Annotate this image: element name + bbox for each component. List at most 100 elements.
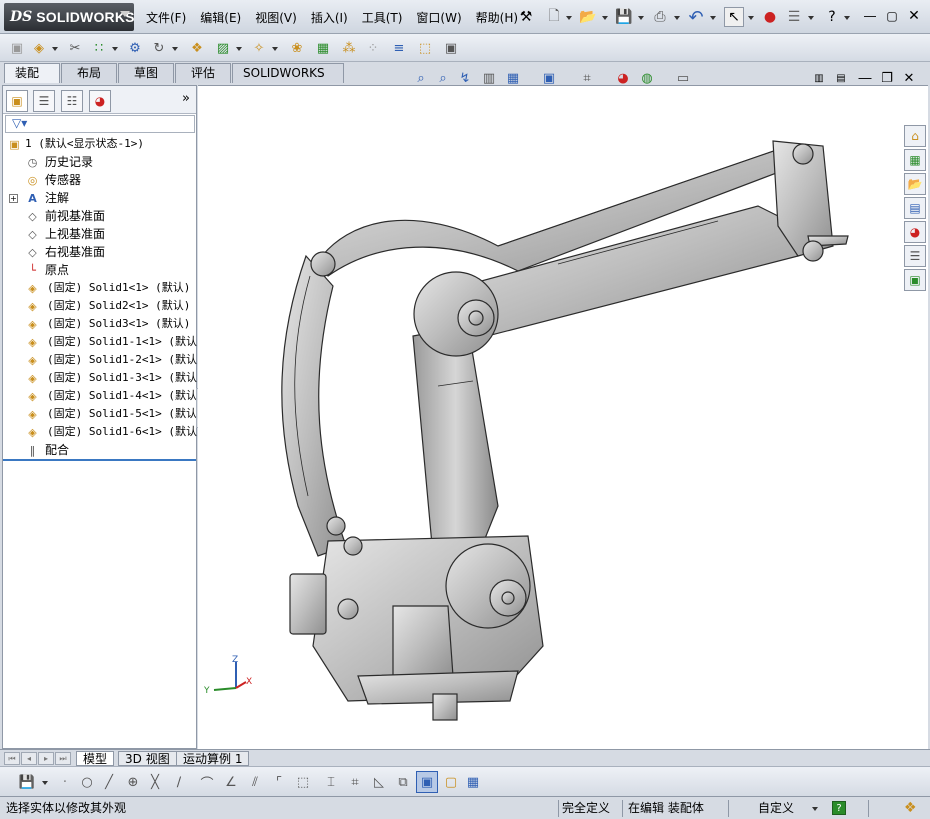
camera-icon[interactable]: ▢ <box>442 773 460 791</box>
tab-solidworks-addins[interactable]: SOLIDWORKS 插件 <box>232 63 344 99</box>
move-dropdown-icon[interactable] <box>172 47 178 51</box>
exploded-view-icon[interactable]: ⁂ <box>340 39 358 57</box>
bill-of-materials-icon[interactable]: ▦ <box>314 39 332 57</box>
select-dropdown-arrow-icon[interactable] <box>748 16 754 20</box>
tree-item-solid1-3[interactable]: ◈ (固定) Solid1-3<1> (默认) <box>3 369 203 387</box>
viewport-split-vertical-icon[interactable]: ▤ <box>832 70 850 88</box>
tab-model[interactable]: 模型 <box>76 751 115 766</box>
table-icon[interactable]: ▦ <box>464 773 482 791</box>
interference-detection-icon[interactable]: ≡ <box>390 39 408 57</box>
view-orientation-icon[interactable]: ▦ <box>504 70 522 88</box>
linear-pattern-icon[interactable]: ∷ <box>90 39 108 57</box>
status-units[interactable]: 自定义 <box>758 800 794 817</box>
minimize-icon[interactable]: ― <box>862 9 878 23</box>
reference-geometry-dropdown-icon[interactable] <box>272 47 278 51</box>
help-status-icon[interactable]: ? <box>832 801 846 815</box>
linear-dimension-icon[interactable]: ⌶ <box>322 773 340 791</box>
tree-item-solid3[interactable]: ◈ (固定) Solid3<1> (默认) <box>3 315 196 333</box>
save-icon[interactable]: 💾 <box>18 773 36 791</box>
tree-item-solid1-5[interactable]: ◈ (固定) Solid1-5<1> (默认) <box>3 405 203 423</box>
corner-icon[interactable]: ⌜ <box>270 773 288 791</box>
expand-tabs-icon[interactable]: » <box>182 91 190 106</box>
tree-item-solid1-4[interactable]: ◈ (固定) Solid1-4<1> (默认) <box>3 387 203 405</box>
save-icon[interactable]: 💾 <box>614 7 634 27</box>
new-motion-study-icon[interactable]: ❀ <box>288 39 306 57</box>
tree-item-front-plane[interactable]: ◇ 前视基准面 <box>3 207 196 225</box>
tree-item-solid1-2[interactable]: ◈ (固定) Solid1-2<1> (默认) <box>3 351 203 369</box>
viewport-split-horizontal-icon[interactable]: ▥ <box>810 70 828 88</box>
hide-show-items-icon[interactable]: ⌗ <box>578 70 596 88</box>
assembly-features-dropdown-icon[interactable] <box>236 47 242 51</box>
viewport-minimize-icon[interactable]: ― <box>856 70 874 88</box>
graphics-area[interactable]: ⌕ ⌕ ↯ ▥ ▦ ▣ ⌗ ◕ ◍ ▭ ▥ ▤ ― ❐ ✕ <box>198 71 928 749</box>
mate-icon[interactable]: ✂ <box>66 39 84 57</box>
tree-item-solid1[interactable]: ◈ (固定) Solid1<1> (默认) <box>3 279 196 297</box>
smart-fasteners-icon[interactable]: ⚙ <box>126 39 144 57</box>
tab-3d-view[interactable]: 3D 视图 <box>118 751 177 766</box>
tree-item-assembly-root[interactable]: ▣ 1 (默认<显示状态-1>) <box>3 135 196 153</box>
undo-dropdown-arrow-icon[interactable] <box>710 16 716 20</box>
display-style-icon[interactable]: ▣ <box>540 70 558 88</box>
menu-edit[interactable]: 编辑(E) <box>200 9 241 26</box>
apply-scene-icon[interactable]: ◍ <box>638 70 656 88</box>
shaded-display-icon[interactable]: ▣ <box>416 771 438 793</box>
offset-icon[interactable]: ⫽ <box>246 773 264 791</box>
grid-icon[interactable]: ⌗ <box>346 773 364 791</box>
print-dropdown-arrow-icon[interactable] <box>674 16 680 20</box>
tree-item-annotations[interactable]: + A 注解 <box>3 189 196 207</box>
line-icon[interactable]: ╱ <box>100 773 118 791</box>
select-pointer-icon[interactable]: ↖ <box>724 7 744 27</box>
previous-view-icon[interactable]: ↯ <box>456 70 474 88</box>
property-manager-tab-icon[interactable]: ☰ <box>33 90 55 112</box>
tree-item-history[interactable]: ◷ 历史记录 <box>3 153 196 171</box>
menu-tools[interactable]: 工具(T) <box>362 9 403 26</box>
save-dropdown-icon[interactable] <box>42 781 48 785</box>
fillet-icon[interactable]: ⌒ <box>198 773 216 792</box>
task-pane-home-icon[interactable]: ⌂ <box>904 125 926 147</box>
tab-evaluate[interactable]: 评估 <box>175 63 231 83</box>
chamfer-icon[interactable]: ∠ <box>222 773 240 791</box>
menu-file[interactable]: 文件(F) <box>146 9 186 26</box>
open-folder-icon[interactable]: 📂 <box>578 7 598 27</box>
point-icon[interactable]: · <box>56 773 74 791</box>
tab-sketch[interactable]: 草图 <box>118 63 174 83</box>
box-icon[interactable]: ⧉ <box>394 773 412 791</box>
feature-manager-tab-icon[interactable]: ▣ <box>6 90 28 112</box>
tree-item-solid1-6[interactable]: ◈ (固定) Solid1-6<1> (默认) <box>3 423 203 441</box>
tree-item-origin[interactable]: └ 原点 <box>3 261 196 279</box>
configuration-manager-tab-icon[interactable]: ☷ <box>61 90 83 112</box>
tree-filter[interactable]: ▽▾ <box>5 115 195 133</box>
options-dropdown-arrow-icon[interactable] <box>808 16 814 20</box>
viewport-close-icon[interactable]: ✕ <box>900 70 918 88</box>
new-part-icon[interactable]: ◈ <box>30 39 48 57</box>
instant3d-icon[interactable]: ▣ <box>442 39 460 57</box>
rollback-bar[interactable] <box>3 459 196 461</box>
centerpoint-icon[interactable]: ⊕ <box>124 773 142 791</box>
task-pane-appearances-icon[interactable]: ◕ <box>904 221 926 243</box>
options-clipboard-icon[interactable]: ☰ <box>784 7 804 27</box>
menu-window[interactable]: 窗口(W) <box>416 9 461 26</box>
expand-icon[interactable]: + <box>9 194 18 203</box>
new-part-dropdown-icon[interactable] <box>52 47 58 51</box>
extend-icon[interactable]: ∕ <box>170 773 188 791</box>
angle-icon[interactable]: ◺ <box>370 773 388 791</box>
units-dropdown-icon[interactable] <box>812 807 818 811</box>
viewport-restore-icon[interactable]: ❐ <box>878 70 896 88</box>
zoom-to-fit-icon[interactable]: ⌕ <box>412 70 430 88</box>
menu-insert[interactable]: 插入(I) <box>311 9 348 26</box>
section-view-icon[interactable]: ▥ <box>480 70 498 88</box>
undo-icon[interactable]: ↶ <box>686 7 706 28</box>
tab-assembly[interactable]: 装配体 <box>4 63 60 99</box>
tree-item-sensors[interactable]: ◎ 传感器 <box>3 171 196 189</box>
last-tab-icon[interactable]: ⏭ <box>55 752 71 765</box>
circle-icon[interactable]: ○ <box>78 773 96 791</box>
menu-help[interactable]: 帮助(H) <box>476 9 518 26</box>
new-document-icon[interactable]: 🗋 <box>544 7 564 27</box>
restore-icon[interactable]: ▢ <box>884 9 900 23</box>
assembly-features-icon[interactable]: ▨ <box>214 39 232 57</box>
help-dropdown-arrow-icon[interactable] <box>844 16 850 20</box>
print-icon[interactable]: ⎙ <box>650 7 670 27</box>
move-component-icon[interactable]: ↻ <box>150 39 168 57</box>
close-icon[interactable]: ✕ <box>906 9 922 23</box>
save-dropdown-arrow-icon[interactable] <box>638 16 644 20</box>
